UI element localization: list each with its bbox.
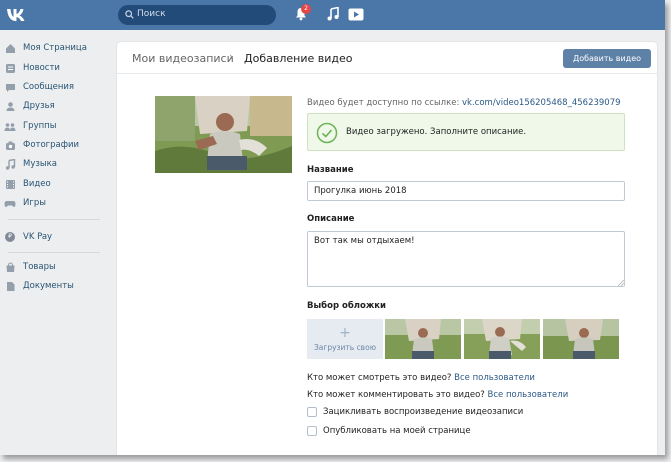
sidebar-item-label: Сообщения [23, 82, 75, 92]
sidebar-item-label: Музыка [23, 159, 57, 169]
upload-success-banner: Видео загружено. Заполните описание. [307, 113, 625, 151]
search-icon [125, 10, 134, 19]
description-label: Описание [307, 214, 355, 224]
add-video-button[interactable]: Добавить видео [563, 49, 651, 68]
link-prefix: Видео будет доступно по ссылке: [307, 98, 460, 108]
video-link-line: Видео будет доступно по ссылке: vk.com/v… [307, 98, 621, 108]
view-privacy-row: Кто может смотреть это видео? Все пользо… [307, 373, 535, 383]
cover-option[interactable] [543, 319, 619, 359]
cover-label: Выбор обложки [307, 301, 387, 311]
sidebar-item-messages[interactable]: Сообщения [4, 79, 74, 95]
loop-checkbox-label: Зацикливать воспроизведение видеозаписи [323, 407, 524, 417]
loop-checkbox-row[interactable]: Зацикливать воспроизведение видеозаписи [307, 407, 523, 417]
games-icon [4, 197, 16, 209]
vkpay-icon: ₽ [4, 231, 16, 243]
sidebar-divider [8, 252, 100, 253]
sidebar-item-label: Друзья [23, 101, 55, 111]
view-privacy-select[interactable]: Все пользователи [454, 373, 535, 383]
sidebar-item-label: Товары [23, 262, 56, 272]
camera-icon [4, 139, 16, 151]
name-input[interactable]: Прогулка июнь 2018 [307, 181, 625, 201]
comment-privacy-select[interactable]: Все пользователи [488, 390, 569, 400]
search-placeholder: Поиск [137, 9, 166, 19]
music-icon [4, 158, 16, 170]
breadcrumb: Мои видеозаписи › Добавление видео Добав… [117, 42, 657, 74]
resize-handle-icon[interactable] [618, 280, 624, 286]
sidebar-item-vk-pay[interactable]: ₽ VK Pay [4, 229, 52, 245]
video-thumbnail[interactable] [155, 96, 292, 173]
sidebar-divider [8, 219, 100, 220]
search-box[interactable]: Поиск [118, 5, 276, 25]
notification-badge: 2 [301, 4, 311, 14]
sidebar-item-label: Фотографии [23, 140, 80, 150]
sidebar-item-label: Документы [23, 281, 74, 291]
sidebar-item-groups[interactable]: Группы [4, 118, 56, 134]
music-icon[interactable] [327, 7, 339, 21]
market-icon [4, 261, 16, 273]
home-icon [4, 42, 16, 54]
sidebar-item-label: Игры [23, 198, 46, 208]
groups-icon [4, 120, 16, 132]
video-icon [4, 178, 16, 190]
sidebar-item-my-page[interactable]: Моя Страница [4, 40, 87, 56]
loop-checkbox[interactable] [307, 407, 317, 417]
upload-cover-label: Загрузить свою [313, 343, 377, 352]
publish-checkbox-row[interactable]: Опубликовать на моей странице [307, 426, 471, 436]
friends-icon [4, 100, 16, 112]
page-title: Добавление видео [244, 52, 353, 65]
view-privacy-question: Кто может смотреть это видео? [307, 373, 452, 383]
sidebar-item-market[interactable]: Товары [4, 259, 56, 275]
news-icon [4, 62, 16, 74]
name-label: Название [307, 165, 354, 175]
content-card: Мои видеозаписи › Добавление видео Добав… [117, 42, 657, 455]
documents-icon [4, 280, 16, 292]
vk-logo-icon[interactable] [6, 7, 28, 23]
sidebar-item-friends[interactable]: Друзья [4, 98, 55, 114]
messages-icon [4, 81, 16, 93]
sidebar-item-label: Моя Страница [23, 43, 87, 53]
publish-checkbox[interactable] [307, 426, 317, 436]
cover-option[interactable] [385, 319, 461, 359]
sidebar-item-documents[interactable]: Документы [4, 278, 74, 294]
sidebar-item-label: Новости [23, 63, 60, 73]
success-message: Видео загружено. Заполните описание. [346, 127, 527, 137]
video-link[interactable]: vk.com/video156205468_456239079 [462, 98, 620, 108]
sidebar-item-label: Группы [23, 121, 57, 131]
cover-option[interactable] [464, 319, 540, 359]
video-player-icon[interactable] [348, 8, 364, 21]
sidebar-item-games[interactable]: Игры [4, 195, 46, 211]
sidebar-item-news[interactable]: Новости [4, 60, 60, 76]
publish-checkbox-label: Опубликовать на моей странице [323, 426, 471, 436]
sidebar-item-label: VK Pay [23, 232, 53, 242]
sidebar-item-label: Видео [23, 179, 51, 189]
sidebar-item-photos[interactable]: Фотографии [4, 137, 79, 153]
comment-privacy-row: Кто может комментировать это видео? Все … [307, 390, 568, 400]
top-bar: Поиск 2 [0, 0, 665, 30]
upload-cover-button[interactable]: + Загрузить свою [307, 319, 383, 359]
app-window: Поиск 2 Моя Страница Новости Сообщения Д… [0, 0, 665, 455]
plus-icon: + [339, 325, 351, 341]
comment-privacy-question: Кто может комментировать это видео? [307, 390, 485, 400]
sidebar-item-video[interactable]: Видео [4, 176, 51, 192]
breadcrumb-chevron-icon: › [229, 50, 234, 64]
breadcrumb-my-videos[interactable]: Мои видеозаписи [132, 52, 234, 65]
description-textarea[interactable]: Вот так мы отдыхаем! [307, 231, 625, 287]
check-circle-icon [316, 122, 338, 144]
sidebar-item-music[interactable]: Музыка [4, 156, 57, 172]
